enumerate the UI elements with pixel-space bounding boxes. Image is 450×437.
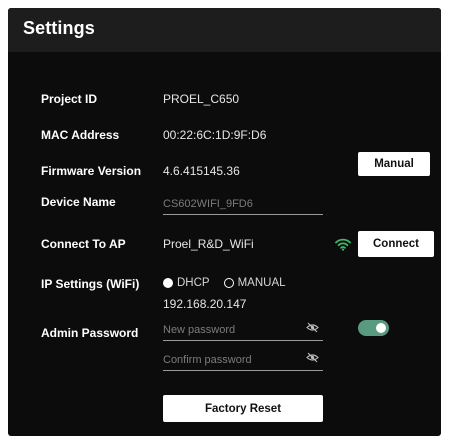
eye-slash-icon[interactable]	[306, 322, 319, 333]
radio-dhcp[interactable]: DHCP	[163, 277, 210, 289]
admin-password-toggle[interactable]	[358, 320, 389, 336]
wifi-icon	[335, 238, 351, 251]
new-password-input[interactable]	[163, 321, 303, 338]
mac-address-label: MAC Address	[41, 128, 120, 142]
firmware-version-value: 4.6.415145.36	[163, 164, 240, 178]
page-title: Settings	[23, 18, 95, 38]
project-id-label: Project ID	[41, 92, 98, 106]
device-name-label: Device Name	[41, 195, 116, 209]
ip-mode-radio-group: DHCP MANUAL	[163, 277, 300, 289]
ip-settings-label: IP Settings (WiFi)	[41, 277, 140, 291]
radio-manual-indicator[interactable]	[223, 278, 234, 288]
factory-reset-button[interactable]: Factory Reset	[163, 395, 323, 422]
mac-address-value: 00:22:6C:1D:9F:D6	[163, 128, 267, 142]
firmware-version-label: Firmware Version	[41, 164, 142, 178]
connect-button[interactable]: Connect	[358, 231, 434, 257]
radio-manual-label: MANUAL	[237, 277, 286, 289]
admin-password-label: Admin Password	[41, 326, 139, 340]
confirm-password-field[interactable]	[163, 349, 323, 371]
ip-address-value: 192.168.20.147	[163, 297, 247, 311]
new-password-field[interactable]	[163, 319, 323, 341]
radio-manual[interactable]: MANUAL	[223, 277, 286, 289]
device-name-input[interactable]	[163, 195, 303, 212]
radio-dhcp-label: DHCP	[177, 277, 210, 289]
confirm-password-input[interactable]	[163, 351, 303, 368]
settings-header: Settings	[8, 8, 441, 52]
device-name-field[interactable]	[163, 193, 323, 215]
settings-panel: Settings Project ID PROEL_C650 MAC Addre…	[8, 8, 441, 436]
project-id-value: PROEL_C650	[163, 92, 240, 106]
radio-dhcp-indicator[interactable]	[163, 278, 173, 288]
eye-slash-icon[interactable]	[306, 352, 319, 363]
ap-name-value: Proel_R&D_WiFi	[163, 237, 254, 251]
toggle-knob	[376, 323, 386, 333]
connect-ap-label: Connect To AP	[41, 237, 126, 251]
manual-button[interactable]: Manual	[358, 152, 430, 176]
